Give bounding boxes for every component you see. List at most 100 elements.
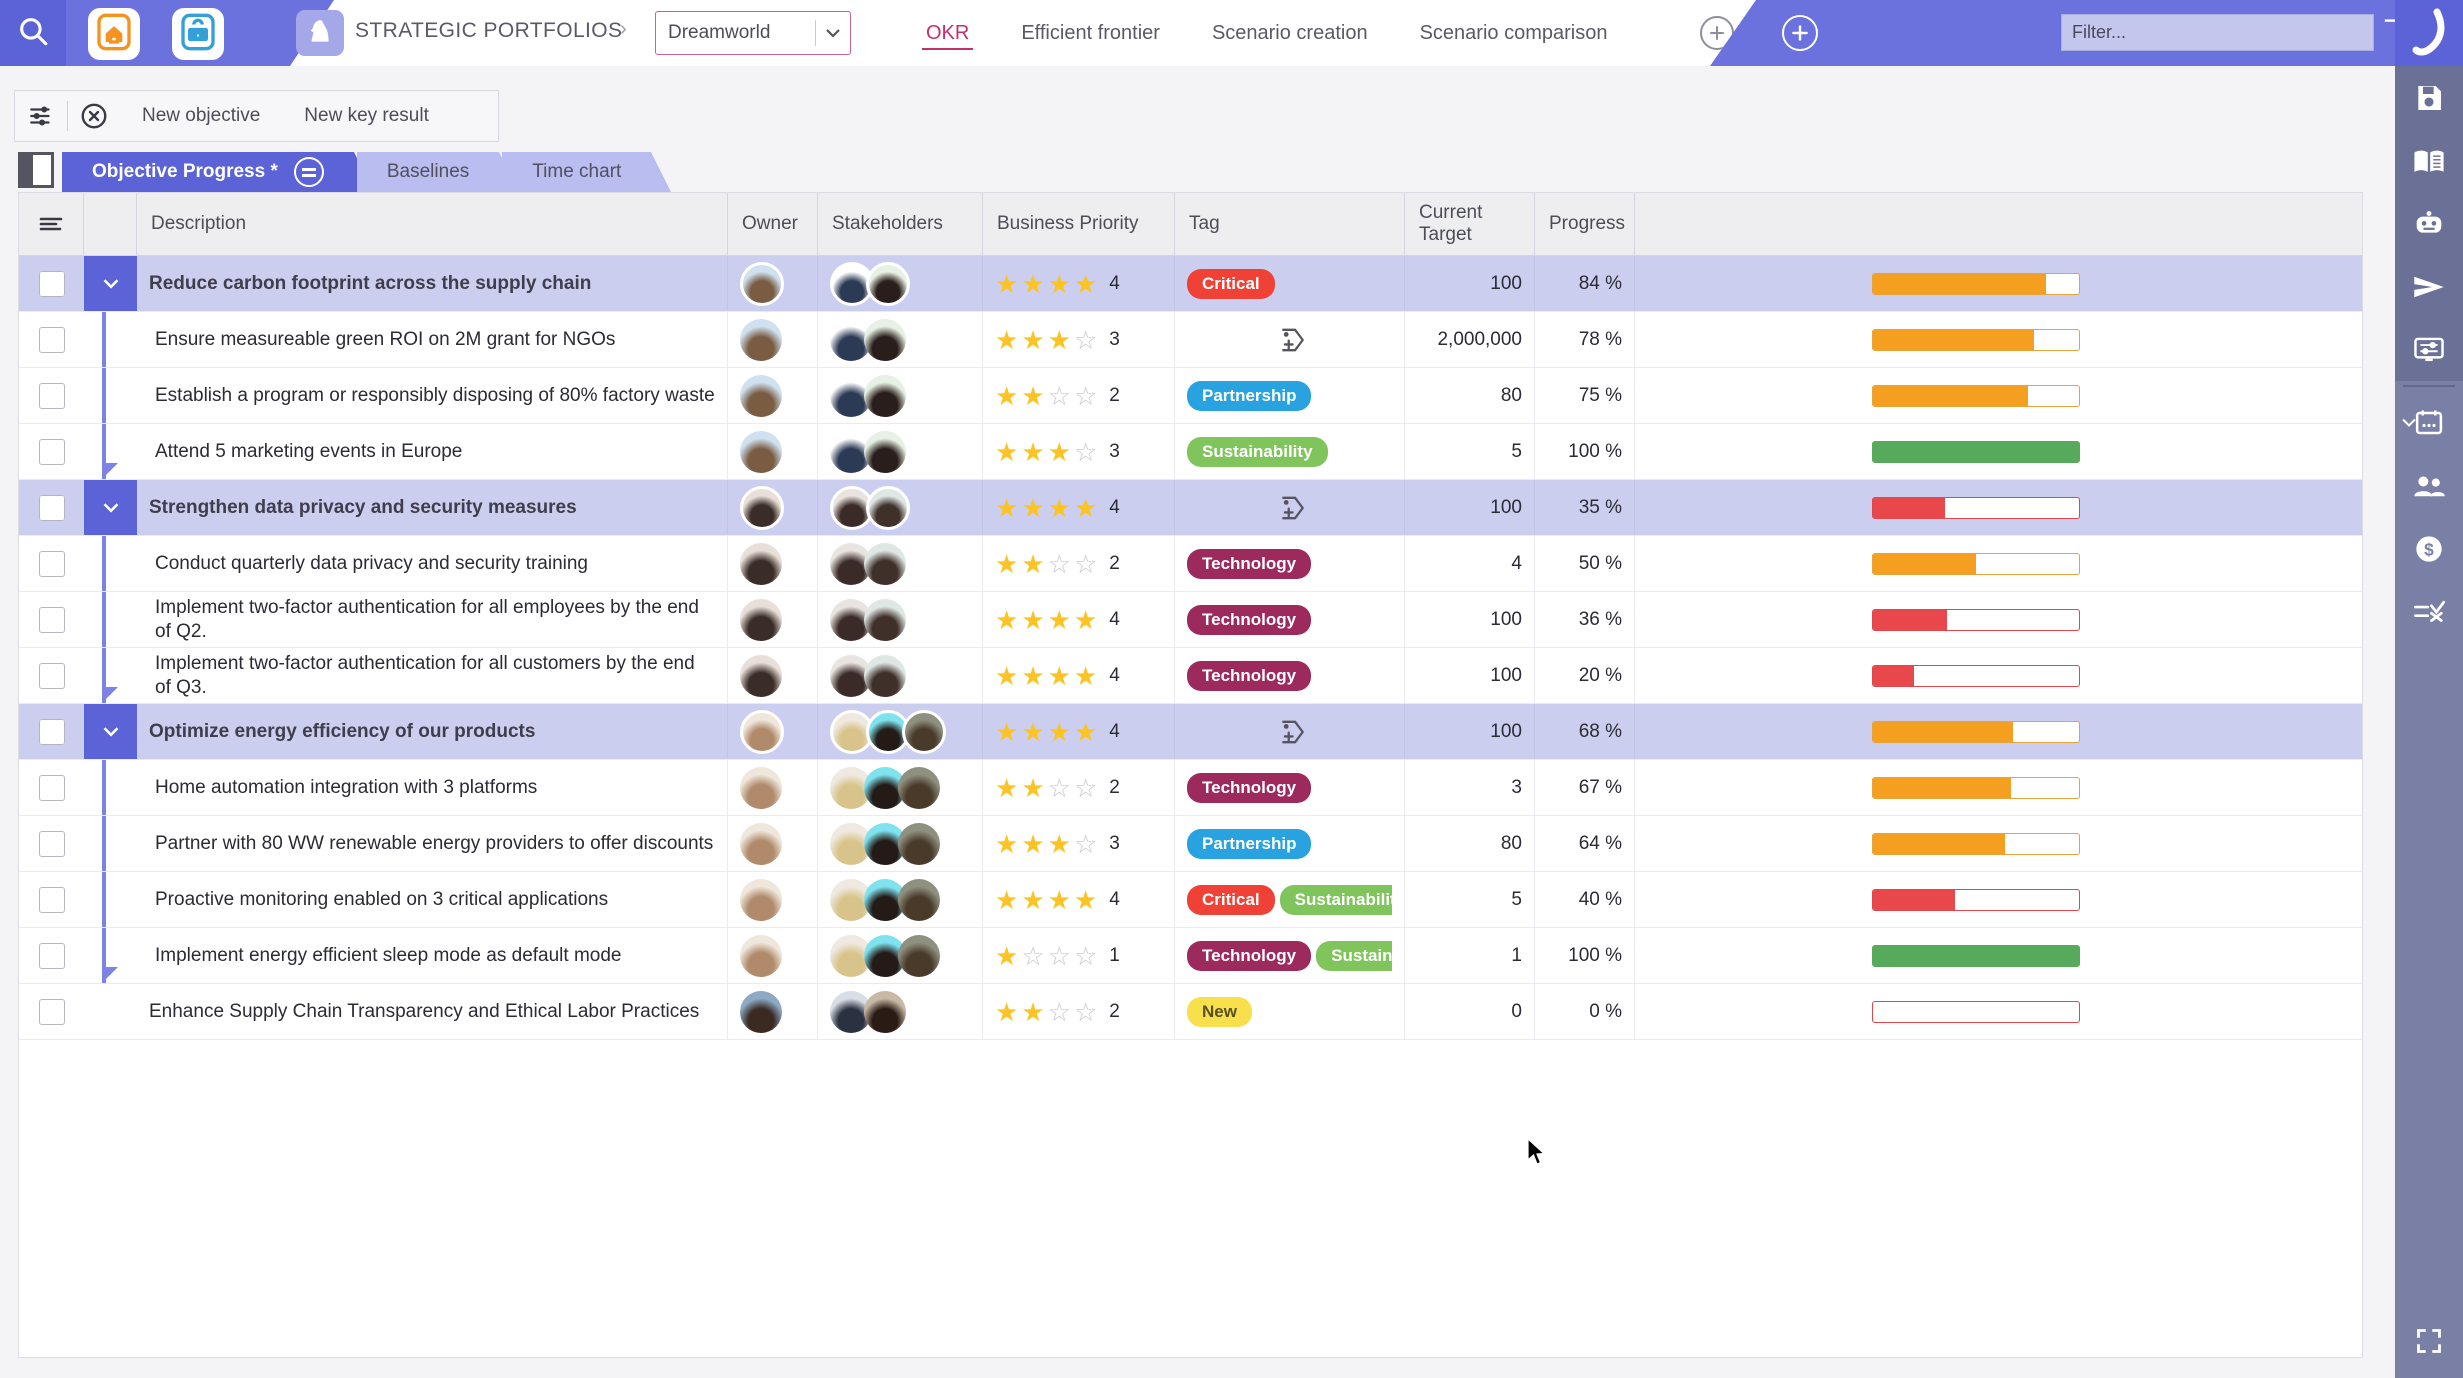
table-row[interactable]: Strengthen data privacy and security mea… [19,480,2362,536]
row-description-cell[interactable]: Implement energy efficient sleep mode as… [137,928,728,983]
row-progress-cell[interactable]: 68 % [1535,704,1635,759]
send-icon[interactable] [2395,255,2463,318]
row-checkbox-cell[interactable] [19,928,84,983]
tag-chip[interactable]: Partnership [1187,380,1312,411]
row-expand-cell[interactable] [84,424,137,479]
row-owner-cell[interactable] [728,480,818,535]
save-icon[interactable] [2395,66,2463,129]
row-expand-cell[interactable] [84,648,137,703]
row-owner-cell[interactable] [728,816,818,871]
row-priority-cell[interactable]: ★ ★ ☆ ☆ 2 [983,984,1175,1039]
split-view-icon[interactable] [18,152,54,188]
row-stakeholders-cell[interactable] [818,872,983,927]
priority-stars[interactable]: ★ ★ ★ ☆ 3 [995,439,1120,465]
row-stakeholders-cell[interactable] [818,424,983,479]
row-current-target-cell[interactable]: 100 [1405,704,1535,759]
row-current-target-cell[interactable]: 100 [1405,592,1535,647]
row-owner-cell[interactable] [728,760,818,815]
row-checkbox[interactable] [38,718,65,745]
row-expand-cell[interactable] [84,480,137,535]
fullscreen-icon[interactable] [2395,1309,2463,1372]
tab-okr[interactable]: OKR [900,0,995,66]
priority-stars[interactable]: ★ ★ ★ ★ 4 [995,495,1120,521]
calendar-icon[interactable] [2395,391,2463,454]
view-tab-time-chart[interactable]: Time chart [502,152,672,192]
project-select[interactable]: Dreamworld [655,11,851,55]
equals-badge-icon[interactable] [293,157,324,187]
row-current-target-cell[interactable]: 2,000,000 [1405,312,1535,367]
row-checkbox-cell[interactable] [19,424,84,479]
row-priority-cell[interactable]: ★ ★ ★ ★ 4 [983,480,1175,535]
row-expand-cell[interactable] [84,760,137,815]
tag-chip[interactable]: Partnership [1187,828,1312,859]
add-tag-icon[interactable] [1187,494,1392,522]
table-row[interactable]: Establish a program or responsibly dispo… [19,368,2362,424]
row-owner-cell[interactable] [728,704,818,759]
row-description-cell[interactable]: Proactive monitoring enabled on 3 critic… [137,872,728,927]
table-row[interactable]: Home automation integration with 3 platf… [19,760,2362,816]
row-description-cell[interactable]: Implement two-factor authentication for … [137,592,728,647]
header-owner[interactable]: Owner [728,193,818,255]
row-checkbox[interactable] [38,494,65,521]
chevron-down-icon[interactable] [816,27,850,39]
row-priority-cell[interactable]: ★ ★ ☆ ☆ 2 [983,536,1175,591]
priority-stars[interactable]: ★ ★ ☆ ☆ 2 [995,775,1120,801]
row-checkbox-cell[interactable] [19,816,84,871]
row-expand-cell[interactable] [84,536,137,591]
row-current-target-cell[interactable]: 80 [1405,368,1535,423]
row-checkbox-cell[interactable] [19,760,84,815]
row-tag-cell[interactable] [1175,704,1405,759]
header-stakeholders[interactable]: Stakeholders [818,193,983,255]
tag-chip[interactable]: New [1187,996,1252,1027]
row-tag-cell[interactable]: Critical [1175,256,1405,311]
table-row[interactable]: Implement two-factor authentication for … [19,648,2362,704]
row-owner-cell[interactable] [728,872,818,927]
row-progress-cell[interactable]: 35 % [1535,480,1635,535]
row-stakeholders-cell[interactable] [818,480,983,535]
row-description-cell[interactable]: Enhance Supply Chain Transparency and Et… [137,984,728,1039]
row-progress-cell[interactable]: 64 % [1535,816,1635,871]
book-icon[interactable] [2395,129,2463,192]
chevron-down-icon[interactable] [2401,414,2417,431]
row-progress-cell[interactable]: 100 % [1535,928,1635,983]
row-description-cell[interactable]: Optimize energy efficiency of our produc… [137,704,728,759]
row-progress-cell[interactable]: 40 % [1535,872,1635,927]
row-description-cell[interactable]: Implement two-factor authentication for … [137,648,728,703]
priority-stars[interactable]: ★ ★ ☆ ☆ 2 [995,551,1120,577]
row-checkbox[interactable] [38,550,65,577]
priority-stars[interactable]: ★ ★ ☆ ☆ 2 [995,999,1120,1025]
row-expand-cell[interactable] [84,256,137,311]
view-tab-baselines[interactable]: Baselines [356,152,520,192]
row-owner-cell[interactable] [728,984,818,1039]
priority-stars[interactable]: ★ ☆ ☆ ☆ 1 [995,943,1120,969]
row-checkbox[interactable] [38,998,65,1025]
add-tag-icon[interactable] [1187,326,1392,354]
row-owner-cell[interactable] [728,592,818,647]
row-description-cell[interactable]: Conduct quarterly data privacy and secur… [137,536,728,591]
row-priority-cell[interactable]: ★ ★ ★ ★ 4 [983,872,1175,927]
home-app-button[interactable] [88,8,140,60]
tag-chip[interactable]: Critical [1187,268,1275,299]
row-tag-cell[interactable]: Partnership [1175,368,1405,423]
row-current-target-cell[interactable]: 3 [1405,760,1535,815]
row-description-cell[interactable]: Establish a program or responsibly dispo… [137,368,728,423]
row-priority-cell[interactable]: ★ ★ ★ ★ 4 [983,592,1175,647]
row-owner-cell[interactable] [728,424,818,479]
row-progress-cell[interactable]: 50 % [1535,536,1635,591]
robot-icon[interactable] [2395,192,2463,255]
row-expand-cell[interactable] [84,816,137,871]
row-tag-cell[interactable]: Technology [1175,536,1405,591]
tab-scenario-comparison[interactable]: Scenario comparison [1394,0,1634,66]
row-checkbox-cell[interactable] [19,704,84,759]
tag-chip[interactable]: Sustainability [1316,940,1392,971]
table-row[interactable]: Implement two-factor authentication for … [19,592,2362,648]
tag-chip[interactable]: Technology [1187,660,1312,691]
row-current-target-cell[interactable]: 1 [1405,928,1535,983]
row-progress-cell[interactable]: 84 % [1535,256,1635,311]
row-checkbox-cell[interactable] [19,872,84,927]
priority-stars[interactable]: ★ ★ ☆ ☆ 2 [995,383,1120,409]
row-priority-cell[interactable]: ★ ★ ☆ ☆ 2 [983,760,1175,815]
row-current-target-cell[interactable]: 5 [1405,872,1535,927]
row-priority-cell[interactable]: ★ ★ ★ ☆ 3 [983,424,1175,479]
row-checkbox-cell[interactable] [19,368,84,423]
